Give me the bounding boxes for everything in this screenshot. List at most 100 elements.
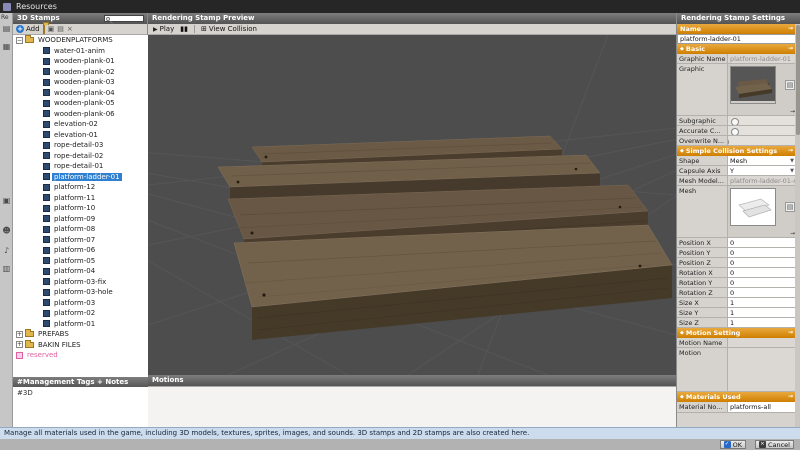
paste-button[interactable]: ▤: [57, 25, 64, 34]
character-tool-icon[interactable]: ☻: [1, 225, 12, 236]
property-value-input[interactable]: 0: [727, 238, 796, 247]
property-value-input[interactable]: 0: [727, 258, 796, 267]
film-tool-icon[interactable]: ▥: [1, 263, 12, 274]
tags-panel-body[interactable]: #3D: [13, 387, 148, 427]
preview-viewport[interactable]: [148, 35, 676, 375]
tree-folder-prefabs[interactable]: + PREFABS: [13, 329, 148, 340]
play-button[interactable]: ▶ Play: [153, 25, 174, 33]
stamp-icon: [43, 99, 50, 107]
tree-item-label: platform-09: [54, 214, 96, 223]
section-motion[interactable]: ◆ Motion Setting →: [677, 328, 796, 338]
tree-item[interactable]: elevation-01: [13, 130, 148, 141]
motions-panel-body[interactable]: [148, 386, 676, 427]
property-value-input[interactable]: 0: [727, 248, 796, 257]
music-tool-icon[interactable]: ♪: [1, 245, 12, 256]
property-value-input[interactable]: 1: [727, 298, 796, 307]
preview-panel-title: Rendering Stamp Preview: [152, 14, 255, 22]
tree-item-label: elevation-01: [54, 130, 98, 139]
section-collision[interactable]: ◆ Simple Collision Settings →: [677, 146, 796, 156]
tag-label[interactable]: #3D: [17, 389, 33, 397]
stamp-icon: [43, 320, 50, 328]
property-value-input[interactable]: 0: [727, 288, 796, 297]
tree-item[interactable]: platform-03: [13, 298, 148, 309]
graphic-name-value: platform-ladder-01: [727, 54, 796, 63]
scrollbar-thumb[interactable]: [795, 25, 800, 135]
shape-dropdown[interactable]: Mesh ▼: [727, 156, 796, 165]
tree-item[interactable]: rope-detail-02: [13, 151, 148, 162]
tree-item[interactable]: platform-11: [13, 193, 148, 204]
property-value-input[interactable]: 0: [727, 278, 796, 287]
tree-item[interactable]: elevation-02: [13, 119, 148, 130]
capsule-axis-dropdown[interactable]: Y ▼: [727, 166, 796, 175]
grid-tool-icon[interactable]: ▦: [1, 41, 12, 52]
document-tool-icon[interactable]: ▤: [1, 23, 12, 34]
section-name[interactable]: Name →: [677, 24, 796, 34]
tree-item-label: platform-03-fix: [54, 277, 107, 286]
view-collision-toggle[interactable]: ⊞ View Collision: [201, 25, 257, 33]
expand-icon[interactable]: +: [16, 330, 23, 338]
stamp-icon: [43, 278, 50, 286]
tree-item[interactable]: platform-03-fix: [13, 277, 148, 288]
tree-item-reserved[interactable]: reserved: [13, 350, 148, 361]
add-button[interactable]: + Add: [16, 25, 40, 33]
material-value[interactable]: platforms-all: [727, 402, 796, 412]
box-tool-icon[interactable]: ▣: [1, 195, 12, 206]
property-row-mesh-model: Mesh Model... platform-ladder-01-mesh: [677, 176, 796, 186]
tree-item[interactable]: wooden-plank-05: [13, 98, 148, 109]
tree-item[interactable]: platform-10: [13, 203, 148, 214]
tree-item[interactable]: wooden-plank-02: [13, 67, 148, 78]
search-input[interactable]: [104, 15, 144, 22]
property-value-input[interactable]: 1: [727, 318, 796, 327]
graphic-picker[interactable]: ▤ →: [727, 64, 796, 115]
tree-item[interactable]: platform-ladder-01: [13, 172, 148, 183]
graphic-thumbnail[interactable]: [730, 66, 776, 104]
property-row: Position Z 0: [677, 258, 796, 268]
tree-item[interactable]: water-01-anim: [13, 46, 148, 57]
section-basic[interactable]: ◆ Basic →: [677, 44, 796, 54]
tree-item[interactable]: platform-06: [13, 245, 148, 256]
edit-resource-icon[interactable]: ▤: [785, 202, 795, 212]
property-value-input[interactable]: 1: [727, 308, 796, 317]
tree-item[interactable]: platform-08: [13, 224, 148, 235]
tree-item[interactable]: platform-05: [13, 256, 148, 267]
motion-value[interactable]: [727, 348, 796, 391]
expand-icon[interactable]: +: [16, 341, 23, 349]
pause-button[interactable]: ▮▮: [180, 25, 188, 33]
tree-item[interactable]: platform-04: [13, 266, 148, 277]
property-value-input[interactable]: 0: [727, 268, 796, 277]
tree-item[interactable]: platform-07: [13, 235, 148, 246]
settings-scrollbar[interactable]: [795, 24, 800, 427]
tree-item[interactable]: platform-01: [13, 319, 148, 330]
tree-item[interactable]: wooden-plank-01: [13, 56, 148, 67]
tree-item[interactable]: wooden-plank-04: [13, 88, 148, 99]
section-arrow-icon: →: [787, 147, 793, 154]
tree-item[interactable]: platform-09: [13, 214, 148, 225]
cancel-button[interactable]: × Cancel: [754, 440, 794, 449]
name-input[interactable]: platform-ladder-01: [677, 34, 796, 44]
mesh-picker[interactable]: ▤ →: [727, 186, 796, 237]
tree-item[interactable]: platform-12: [13, 182, 148, 193]
property-label: Motion: [679, 349, 702, 357]
edit-resource-icon[interactable]: ▤: [785, 80, 795, 90]
tree-item[interactable]: platform-03-hole: [13, 287, 148, 298]
mesh-model-value: platform-ladder-01-mesh: [727, 176, 796, 185]
delete-button[interactable]: ×: [67, 25, 73, 34]
new-folder-button[interactable]: [42, 23, 45, 34]
tree-item[interactable]: platform-02: [13, 308, 148, 319]
ok-button[interactable]: ✓ OK: [719, 440, 746, 449]
tree-item[interactable]: wooden-plank-06: [13, 109, 148, 120]
tree-item[interactable]: rope-detail-03: [13, 140, 148, 151]
section-materials[interactable]: ◆ Materials Used →: [677, 392, 796, 402]
settings-panel-header: Rendering Stamp Settings: [677, 13, 800, 24]
tree-item[interactable]: rope-detail-01: [13, 161, 148, 172]
tree-item[interactable]: wooden-plank-03: [13, 77, 148, 88]
tree-folder-bakin-files[interactable]: + BAKIN FILES: [13, 339, 148, 351]
tree-folder-woodenplatforms[interactable]: − WOODENPLATFORMS: [13, 35, 148, 46]
resources-side-tab[interactable]: Re: [1, 14, 9, 21]
overwrite-value: [727, 136, 796, 145]
collapse-icon[interactable]: −: [16, 36, 23, 44]
window-titlebar[interactable]: Resources: [0, 0, 800, 13]
copy-button[interactable]: ▣: [48, 25, 55, 34]
mesh-thumbnail[interactable]: [730, 188, 776, 226]
tree-item-label: wooden-plank-05: [54, 99, 115, 108]
